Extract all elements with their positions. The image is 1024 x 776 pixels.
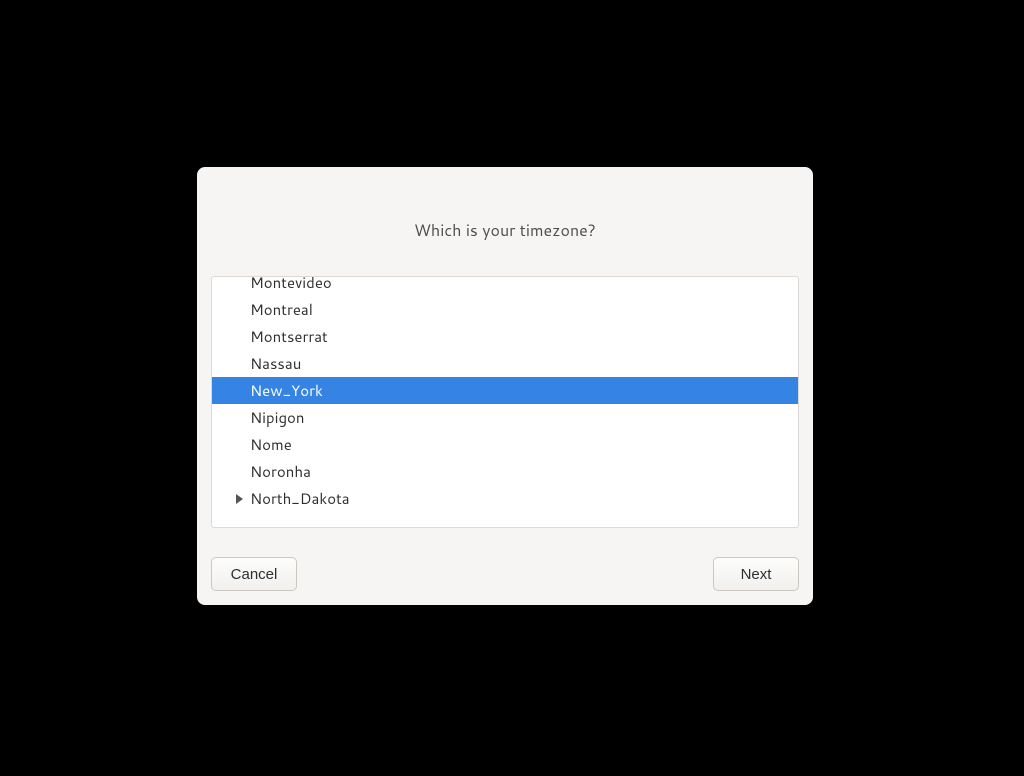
list-item[interactable]: Nassau [212,350,798,377]
list-item-selected[interactable]: New_York [212,377,798,404]
timezone-dialog: Which is your timezone? Montevideo Montr… [197,167,813,605]
list-item-label: Montserrat [250,326,328,347]
dialog-button-row: Cancel Next [211,543,799,591]
list-item[interactable]: Montevideo [212,276,798,296]
list-item-expandable[interactable]: North_Dakota [212,485,798,512]
list-item-label: Nome [250,434,292,455]
cancel-button[interactable]: Cancel [211,557,297,591]
timezone-list[interactable]: Montevideo Montreal Montserrat Nassau Ne… [211,276,799,528]
list-item[interactable]: Montserrat [212,323,798,350]
timezone-list-inner: Montevideo Montreal Montserrat Nassau Ne… [212,276,798,512]
next-button[interactable]: Next [713,557,799,591]
chevron-right-icon[interactable] [228,494,250,504]
list-item[interactable]: Noronha [212,458,798,485]
list-item-label: Nipigon [250,407,305,428]
dialog-title: Which is your timezone? [211,219,799,242]
list-item-label: North_Dakota [250,488,350,509]
list-item[interactable]: Nipigon [212,404,798,431]
list-item-label: Nassau [250,353,301,374]
list-item[interactable]: Nome [212,431,798,458]
list-item-label: Noronha [250,461,311,482]
list-item-label: New_York [250,380,323,401]
list-item-label: Montreal [250,299,313,320]
list-item-label: Montevideo [250,276,332,293]
list-item[interactable]: Montreal [212,296,798,323]
